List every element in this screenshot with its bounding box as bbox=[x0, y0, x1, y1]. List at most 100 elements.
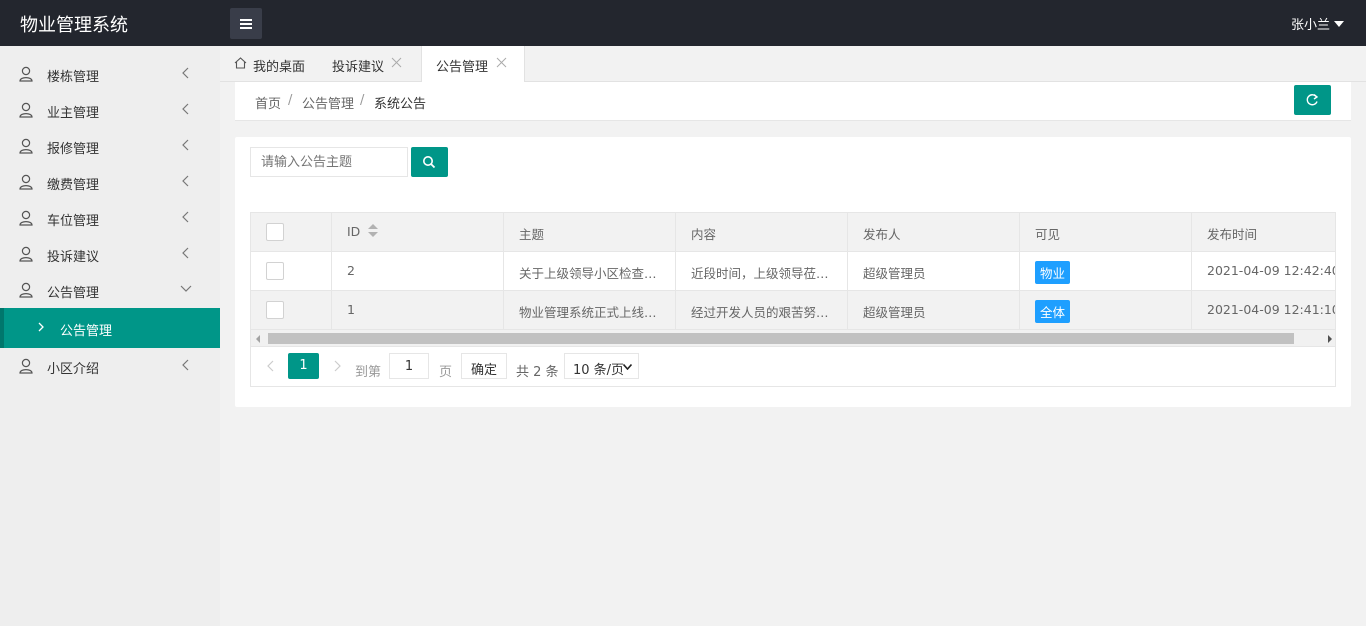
content-card: ID 主题 内容 发布人 可见 发布时间 2 关于上级领导小区检查… 近段时间，… bbox=[235, 137, 1351, 407]
user-icon bbox=[19, 138, 33, 154]
chevron-down-icon bbox=[623, 364, 632, 370]
breadcrumb-current: 系统公告 bbox=[374, 97, 427, 112]
tab-label: 公告管理 bbox=[436, 60, 489, 75]
scroll-right-arrow-icon[interactable] bbox=[1328, 335, 1332, 343]
user-icon bbox=[19, 66, 33, 82]
row-checkbox[interactable] bbox=[266, 301, 284, 319]
goto-page-input[interactable] bbox=[389, 353, 429, 379]
select-all-checkbox[interactable] bbox=[266, 223, 284, 241]
close-icon[interactable] bbox=[496, 57, 507, 68]
column-header-id[interactable]: ID bbox=[332, 213, 504, 251]
tab-desktop[interactable]: 我的桌面 bbox=[234, 46, 305, 82]
chevron-left-icon bbox=[182, 67, 189, 79]
sidebar-item-payment[interactable]: 缴费管理 bbox=[0, 164, 220, 200]
chevron-left-icon bbox=[182, 175, 189, 187]
sidebar-item-complaint[interactable]: 投诉建议 bbox=[0, 236, 220, 272]
table-header: ID 主题 内容 发布人 可见 发布时间 bbox=[251, 213, 1335, 252]
sidebar-item-community-intro[interactable]: 小区介绍 bbox=[0, 348, 220, 384]
next-page-icon[interactable] bbox=[332, 360, 342, 372]
sidebar-item-label: 报修管理 bbox=[47, 142, 100, 157]
sidebar-item-label: 缴费管理 bbox=[47, 178, 100, 193]
chevron-down-icon bbox=[180, 285, 192, 292]
table-row[interactable]: 2 关于上级领导小区检查… 近段时间，上级领导莅… 超级管理员 物业 2021-… bbox=[251, 252, 1335, 291]
cell-time: 2021-04-09 12:42:40 bbox=[1192, 252, 1335, 290]
column-header-label: ID bbox=[347, 224, 361, 239]
column-header-time: 发布时间 bbox=[1192, 213, 1335, 251]
page-size-select[interactable]: 10 条/页 bbox=[564, 353, 639, 379]
current-page-button[interactable]: 1 bbox=[288, 353, 319, 379]
tab-bar: 我的桌面 投诉建议 公告管理 bbox=[220, 46, 1366, 83]
breadcrumb-level1[interactable]: 公告管理 bbox=[302, 93, 354, 112]
breadcrumb-home[interactable]: 首页 bbox=[255, 93, 281, 112]
user-icon bbox=[19, 174, 33, 190]
sidebar-item-repair[interactable]: 报修管理 bbox=[0, 128, 220, 164]
sidebar-item-parking[interactable]: 车位管理 bbox=[0, 200, 220, 236]
user-icon bbox=[19, 102, 33, 118]
sidebar-item-label: 业主管理 bbox=[47, 106, 100, 121]
row-checkbox[interactable] bbox=[266, 262, 284, 280]
goto-label: 到第 bbox=[355, 365, 382, 380]
chevron-right-icon bbox=[38, 322, 44, 332]
cell-subject: 物业管理系统正式上线… bbox=[504, 291, 676, 329]
scroll-left-arrow-icon[interactable] bbox=[256, 335, 260, 343]
chevron-left-icon bbox=[182, 139, 189, 151]
user-menu[interactable]: 张小兰 bbox=[1291, 14, 1344, 33]
app-title: 物业管理系统 bbox=[20, 15, 128, 36]
user-icon bbox=[19, 358, 33, 374]
sort-icon[interactable] bbox=[368, 224, 379, 238]
menu-toggle-button[interactable] bbox=[230, 8, 262, 39]
breadcrumb-separator: / bbox=[360, 93, 365, 108]
cell-publisher: 超级管理员 bbox=[848, 291, 1020, 329]
column-header-subject: 主题 bbox=[504, 213, 676, 251]
search-button[interactable] bbox=[411, 147, 448, 177]
cell-subject: 关于上级领导小区检查… bbox=[504, 252, 676, 290]
goto-confirm-button[interactable]: 确定 bbox=[461, 353, 507, 379]
total-count: 共 2 条 bbox=[516, 365, 559, 380]
row-select-cell bbox=[251, 252, 332, 290]
page-size-value: 10 条/页 bbox=[573, 363, 625, 378]
search-input[interactable] bbox=[250, 147, 408, 177]
sidebar-item-label: 投诉建议 bbox=[47, 250, 100, 265]
horizontal-scrollbar[interactable] bbox=[251, 330, 1335, 347]
cell-id: 2 bbox=[332, 252, 504, 290]
chevron-left-icon bbox=[182, 103, 189, 115]
tab-complaint[interactable]: 投诉建议 bbox=[332, 46, 408, 82]
tab-notice[interactable]: 公告管理 bbox=[421, 46, 525, 83]
notice-table: ID 主题 内容 发布人 可见 发布时间 2 关于上级领导小区检查… 近段时间，… bbox=[250, 212, 1336, 387]
search-icon bbox=[423, 156, 436, 169]
sidebar-item-owner[interactable]: 业主管理 bbox=[0, 92, 220, 128]
sidebar-item-building[interactable]: 楼栋管理 bbox=[0, 56, 220, 92]
sidebar-item-label: 公告管理 bbox=[47, 286, 100, 301]
cell-id: 1 bbox=[332, 291, 504, 329]
table-row[interactable]: 1 物业管理系统正式上线… 经过开发人员的艰苦努… 超级管理员 全体 2021-… bbox=[251, 291, 1335, 330]
refresh-icon bbox=[1306, 93, 1319, 106]
visibility-badge: 物业 bbox=[1035, 261, 1071, 284]
column-header-visible: 可见 bbox=[1020, 213, 1192, 251]
cell-content: 近段时间，上级领导莅… bbox=[676, 252, 848, 290]
chevron-left-icon bbox=[182, 247, 189, 259]
cell-content: 经过开发人员的艰苦努… bbox=[676, 291, 848, 329]
caret-down-icon bbox=[1334, 21, 1344, 27]
home-icon bbox=[234, 57, 247, 69]
scrollbar-thumb[interactable] bbox=[268, 333, 1294, 344]
column-header-content: 内容 bbox=[676, 213, 848, 251]
close-icon[interactable] bbox=[391, 57, 402, 68]
top-header: 物业管理系统 张小兰 bbox=[0, 0, 1366, 46]
select-all-cell bbox=[251, 213, 332, 251]
sidebar-item-notice[interactable]: 公告管理 bbox=[0, 272, 220, 308]
sidebar: 楼栋管理 业主管理 报修管理 缴费管理 车位管理 投诉建议 公告管理 公告管理 … bbox=[0, 46, 220, 626]
refresh-button[interactable] bbox=[1294, 85, 1331, 115]
breadcrumb-separator: / bbox=[288, 93, 293, 108]
row-select-cell bbox=[251, 291, 332, 329]
cell-visible: 全体 bbox=[1020, 291, 1192, 329]
column-header-publisher: 发布人 bbox=[848, 213, 1020, 251]
sidebar-subitem-notice-manage[interactable]: 公告管理 bbox=[0, 308, 220, 348]
prev-page-icon[interactable] bbox=[266, 360, 276, 372]
visibility-badge: 全体 bbox=[1035, 300, 1071, 323]
breadcrumb: 首页 / 公告管理 / 系统公告 bbox=[235, 82, 1351, 121]
tab-label: 投诉建议 bbox=[332, 60, 385, 75]
pagination: 1 到第 页 确定 共 2 条 10 条/页 bbox=[251, 347, 1335, 386]
sidebar-subitem-label: 公告管理 bbox=[60, 324, 113, 339]
sidebar-item-label: 楼栋管理 bbox=[47, 70, 100, 85]
user-icon bbox=[19, 210, 33, 226]
